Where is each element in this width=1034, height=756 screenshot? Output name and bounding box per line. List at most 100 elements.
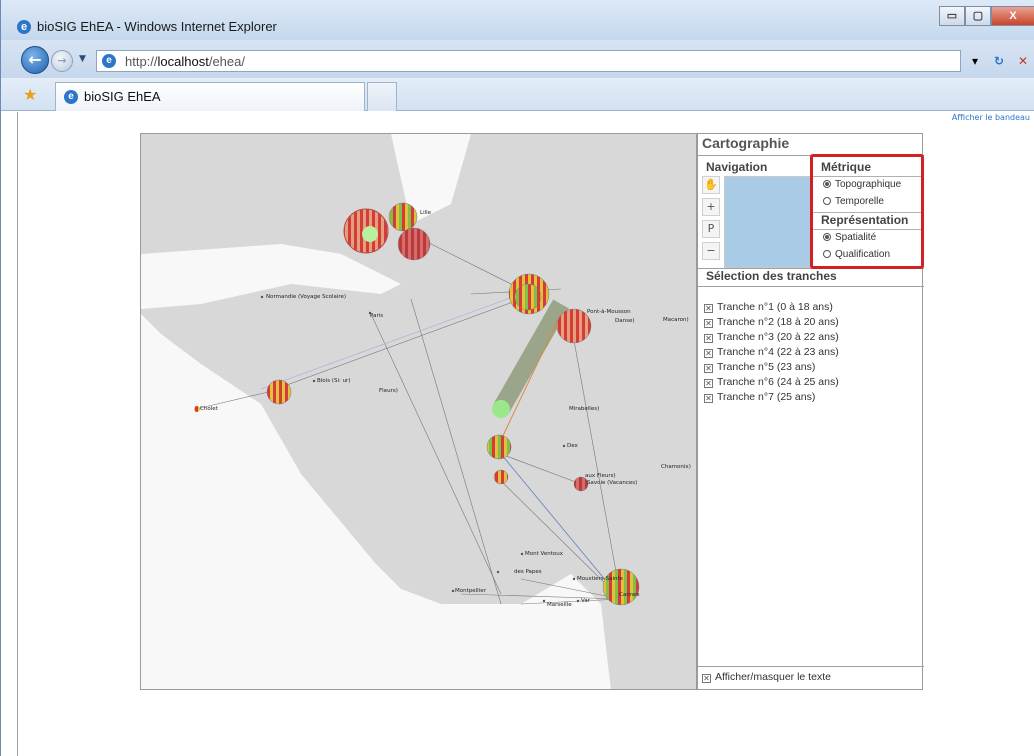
representation-divider — [813, 229, 921, 230]
metrique-divider — [813, 176, 921, 177]
checkbox-icon[interactable]: ✕ — [702, 674, 711, 683]
option-label: Spatialité — [835, 232, 877, 243]
history-dropdown-icon[interactable]: ▼ — [79, 54, 86, 64]
checkbox-icon[interactable]: ✕ — [704, 319, 713, 328]
tranche-2[interactable]: ✕ Tranche n°2 (18 à 20 ans) — [704, 316, 839, 331]
label-mirabelles: Mirabelles) — [569, 406, 599, 412]
tranche-4[interactable]: ✕ Tranche n°4 (22 à 23 ans) — [704, 346, 839, 361]
tranche-label: Tranche n°3 (20 à 22 ans) — [717, 331, 839, 343]
toggle-text-label: Afficher/masquer le texte — [715, 671, 831, 683]
label-fleurs2: aux Fleurs) — [585, 473, 616, 479]
label-danse: Danse) — [615, 318, 635, 324]
bottom-divider — [698, 666, 924, 667]
checkbox-icon[interactable]: ✕ — [704, 364, 713, 373]
radio-icon[interactable] — [823, 197, 831, 205]
map-svg[interactable]: Lille Normandie (Voyage Scolaire) Paris … — [141, 134, 697, 690]
circle-jura — [486, 434, 512, 460]
circle-savoie — [573, 476, 589, 492]
tranche-7[interactable]: ✕ Tranche n°7 (25 ans) — [704, 391, 839, 406]
checkbox-icon[interactable]: ✕ — [704, 334, 713, 343]
tranche-list: ✕ Tranche n°1 (0 à 18 ans) ✕ Tranche n°2 (… — [704, 301, 839, 406]
title-bar: e bioSIG EhEA - Windows Internet Explore… — [1, 0, 1034, 40]
label-fleurs1: Fleurs) — [379, 388, 398, 394]
tranche-label: Tranche n°7 (25 ans) — [717, 391, 816, 403]
option-label: Temporelle — [835, 196, 884, 207]
forward-button[interactable]: → — [51, 50, 73, 72]
browser-window: e bioSIG EhEA - Windows Internet Explore… — [0, 0, 1034, 756]
radio-selected-icon[interactable] — [823, 180, 831, 188]
stop-icon[interactable]: ✕ — [1012, 50, 1034, 72]
map-viewport[interactable]: Lille Normandie (Voyage Scolaire) Paris … — [140, 133, 697, 690]
options-highlight-box: Métrique Topographique Temporelle Représ… — [810, 154, 924, 269]
tranche-label: Tranche n°5 (23 ans) — [717, 361, 816, 373]
zoom-out-button[interactable]: − — [702, 242, 720, 260]
tranche-1[interactable]: ✕ Tranche n°1 (0 à 18 ans) — [704, 301, 839, 316]
address-bar[interactable]: e http://localhost/ehea/ — [96, 50, 961, 72]
checkbox-icon[interactable]: ✕ — [704, 349, 713, 358]
address-dropdown-icon[interactable]: ▾ — [964, 50, 986, 72]
address-actions: ▾ ↻ ✕ — [964, 50, 1034, 72]
address-text: http://localhost/ehea/ — [125, 54, 245, 69]
circle-mirabelles — [492, 400, 510, 418]
tranche-label: Tranche n°1 (0 à 18 ans) — [717, 301, 833, 313]
representation-heading: Représentation — [821, 213, 909, 227]
navigation-tools: ✋ + P − — [702, 176, 720, 268]
show-banner-link[interactable]: Afficher le bandeau — [952, 113, 1030, 122]
selection-divider — [698, 286, 924, 287]
circle-north-small — [362, 226, 378, 242]
label-cholet: Cholet — [200, 406, 219, 412]
label-chamonix: Chamonix) — [661, 464, 691, 470]
option-label: Qualification — [835, 249, 891, 260]
overview-map[interactable] — [724, 176, 812, 268]
tranche-3[interactable]: ✕ Tranche n°3 (20 à 22 ans) — [704, 331, 839, 346]
checkbox-icon[interactable]: ✕ — [704, 394, 713, 403]
url-host: localhost — [157, 54, 209, 69]
panel-title: Cartographie — [702, 135, 790, 151]
zoom-in-button[interactable]: + — [702, 198, 720, 216]
label-montpellier: Montpellier — [455, 588, 487, 594]
refresh-icon[interactable]: ↻ — [988, 50, 1010, 72]
checkbox-icon[interactable]: ✕ — [704, 304, 713, 313]
metrique-heading: Métrique — [821, 160, 872, 174]
selection-heading: Sélection des tranches — [706, 269, 837, 283]
url-prefix: http:// — [125, 54, 158, 69]
checkbox-icon[interactable]: ✕ — [704, 379, 713, 388]
label-marseille: Marseille — [547, 602, 572, 608]
toggle-text-option[interactable]: ✕ Afficher/masquer le texte — [702, 671, 831, 683]
radio-selected-icon[interactable] — [823, 233, 831, 241]
circle-lille — [388, 202, 418, 232]
window-controls: ▭ ▢ X — [939, 6, 1034, 26]
window-title: bioSIG EhEA - Windows Internet Explorer — [37, 19, 277, 34]
radio-spatialite[interactable]: Spatialité — [823, 232, 876, 243]
maximize-button[interactable]: ▢ — [965, 6, 991, 26]
radio-qualification[interactable]: Qualification — [823, 249, 890, 260]
new-tab-button[interactable] — [367, 82, 397, 111]
label-blois: Blois (Si: ur) — [317, 378, 350, 384]
tranche-5[interactable]: ✕ Tranche n°5 (23 ans) — [704, 361, 839, 376]
label-normandie: Normandie (Voyage Scolaire) — [266, 294, 346, 300]
radio-icon[interactable] — [823, 250, 831, 258]
circle-north-red — [397, 227, 431, 261]
ie-icon: e — [17, 20, 31, 34]
label-var: Var — [581, 598, 591, 604]
label-pont: Pont-à-Mousson — [587, 308, 631, 315]
minimize-button[interactable]: ▭ — [939, 6, 965, 26]
label-savoie: Savoie (Vacances) — [587, 480, 637, 486]
radio-temporelle[interactable]: Temporelle — [823, 196, 884, 207]
navigation-box: ✋ + P − — [698, 176, 812, 268]
circle-cannes — [602, 568, 640, 606]
pan-hand-icon[interactable]: ✋ — [702, 176, 720, 194]
label-ventoux: Mont Ventoux — [525, 551, 564, 557]
radio-topographique[interactable]: Topographique — [823, 179, 901, 190]
url-path: /ehea/ — [208, 54, 245, 69]
circle-blois — [266, 379, 292, 405]
position-button[interactable]: P — [702, 220, 720, 238]
close-button[interactable]: X — [991, 6, 1034, 26]
tab-biosig[interactable]: e bioSIG EhEA — [55, 82, 365, 111]
label-paris: Paris — [370, 313, 383, 319]
tranche-6[interactable]: ✕ Tranche n°6 (24 à 25 ans) — [704, 376, 839, 391]
back-button[interactable]: ← — [21, 46, 49, 74]
tranche-label: Tranche n°4 (22 à 23 ans) — [717, 346, 839, 358]
navigation-bar: ← → ▼ e http://localhost/ehea/ ▾ ↻ ✕ — [1, 40, 1034, 78]
favorites-star-icon[interactable]: ★ — [23, 85, 37, 104]
